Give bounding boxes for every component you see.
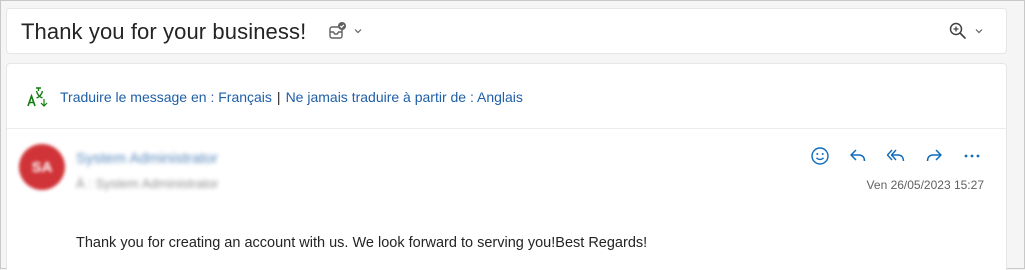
subject-title: Thank you for your business! [21,19,307,44]
subject-header: Thank you for your business! [6,8,1007,54]
separator: | [276,89,281,105]
mark-done-icon [329,22,346,39]
avatar[interactable]: SA [19,144,65,190]
avatar-initials: SA [31,158,53,176]
message-date: Ven 26/05/2023 15:27 [866,178,984,192]
forward-icon [926,149,942,162]
forward-button[interactable] [922,144,946,168]
emoji-reaction-button[interactable] [808,144,832,168]
reply-button[interactable] [846,144,870,168]
chevron-down-icon [975,29,983,34]
message-actions [808,144,984,168]
never-translate-link[interactable]: Ne jamais traduire à partir de : Anglais [286,89,523,105]
message-body: Thank you for creating an account with u… [76,235,648,251]
recipient-line: À : System Administrator [76,176,219,191]
reply-all-icon [886,149,905,162]
subject-action-button[interactable] [327,20,363,42]
zoom-icon [949,22,966,39]
reading-pane: Thank you for your business! Traduire le… [0,0,1025,270]
reply-icon [850,149,866,162]
message-card: Traduire le message en : Français | Ne j… [6,63,1007,270]
translate-message-link[interactable]: Traduire le message en : Français [60,89,272,105]
translation-links: Traduire le message en : Français | Ne j… [60,89,523,105]
more-actions-button[interactable] [960,144,984,168]
zoom-button[interactable] [948,20,984,42]
more-icon [964,154,980,158]
chevron-down-icon [354,29,362,34]
emoji-reaction-icon [811,147,829,165]
translation-bar: Traduire le message en : Français | Ne j… [7,64,1006,129]
reply-all-button[interactable] [884,144,908,168]
sender-name[interactable]: System Administrator [76,150,218,167]
translate-icon [27,87,48,107]
